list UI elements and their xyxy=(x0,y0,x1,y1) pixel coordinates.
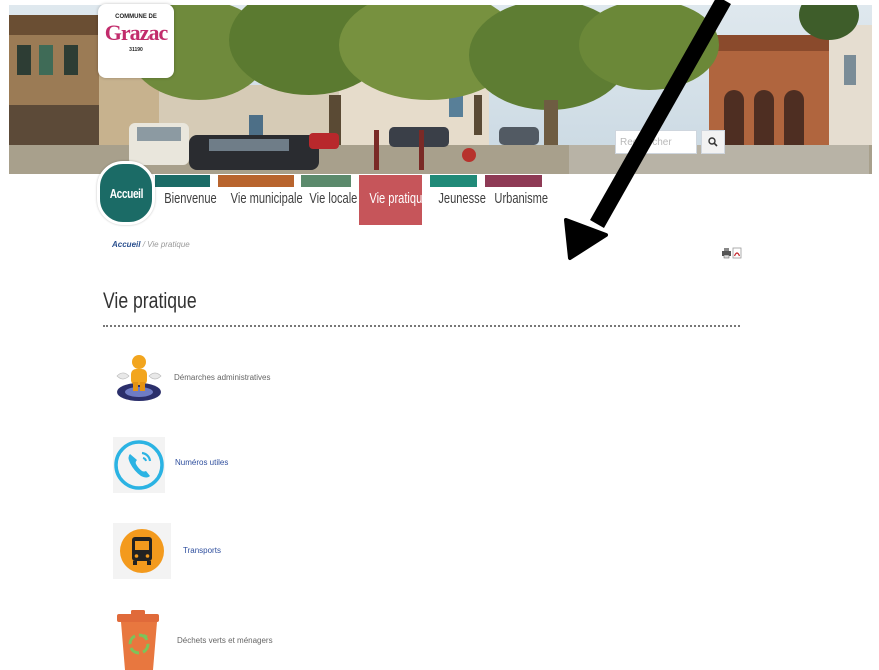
list-item-label[interactable]: Numéros utiles xyxy=(175,458,228,467)
nav-home-label: Accueil xyxy=(109,185,143,201)
search-input[interactable] xyxy=(615,130,697,154)
bus-icon xyxy=(113,523,171,579)
list-item-dechets[interactable]: Déchets verts et ménagers xyxy=(113,610,333,670)
list-item-label[interactable]: Déchets verts et ménagers xyxy=(177,636,273,645)
nav-item-label: Urbanisme xyxy=(494,190,549,207)
logo-postal-code: 31190 xyxy=(129,47,143,53)
list-item-transports[interactable]: Transports xyxy=(113,523,263,579)
nav-item-label: Vie locale xyxy=(309,190,358,207)
nav-item-vie-pratique[interactable]: Vie pratique xyxy=(359,175,428,225)
nav-item-vie-locale[interactable]: Vie locale xyxy=(301,175,357,225)
nav-color-bar xyxy=(485,175,542,187)
list-item-label[interactable]: Transports xyxy=(183,546,221,555)
logo-name: Grazac xyxy=(104,20,168,45)
search-box xyxy=(615,130,725,156)
recycle-bin-icon xyxy=(117,610,159,670)
nav-item-bienvenue[interactable]: Bienvenue xyxy=(155,175,217,225)
breadcrumb: Accueil / Vie pratique xyxy=(112,240,190,249)
commune-logo[interactable]: COMMUNE DE Grazac 31190 xyxy=(98,4,174,78)
list-item-numeros[interactable]: Numéros utiles xyxy=(113,437,263,493)
list-item-label[interactable]: Démarches administratives xyxy=(174,373,270,382)
printer-icon[interactable] xyxy=(722,248,731,259)
nav-item-label: Jeunesse xyxy=(438,190,486,207)
nav-item-urbanisme[interactable]: Urbanisme xyxy=(485,175,548,225)
search-button[interactable] xyxy=(701,130,725,154)
breadcrumb-separator: / xyxy=(142,240,145,249)
nav-color-bar xyxy=(301,175,351,187)
title-divider xyxy=(103,325,740,327)
search-icon xyxy=(708,137,718,147)
nav-item-vie-municipale[interactable]: Vie municipale xyxy=(218,175,303,225)
page-tools xyxy=(721,246,743,259)
nav-home[interactable]: Accueil xyxy=(97,161,155,225)
pdf-icon[interactable] xyxy=(732,247,742,259)
administration-icon xyxy=(116,355,162,401)
nav-item-label: Vie pratique xyxy=(369,190,429,207)
nav-item-label: Bienvenue xyxy=(164,190,217,207)
nav-color-bar xyxy=(155,175,210,187)
nav-color-bar xyxy=(430,175,477,187)
breadcrumb-current: Vie pratique xyxy=(147,240,190,249)
list-item-demarches[interactable]: Démarches administratives xyxy=(113,352,313,404)
phone-icon xyxy=(113,437,165,493)
nav-item-jeunesse[interactable]: Jeunesse xyxy=(430,175,486,225)
nav-color-bar xyxy=(218,175,294,187)
nav-color-bar xyxy=(359,175,422,187)
breadcrumb-home-link[interactable]: Accueil xyxy=(112,240,140,249)
nav-item-label: Vie municipale xyxy=(230,190,303,207)
page-title: Vie pratique xyxy=(103,288,197,313)
